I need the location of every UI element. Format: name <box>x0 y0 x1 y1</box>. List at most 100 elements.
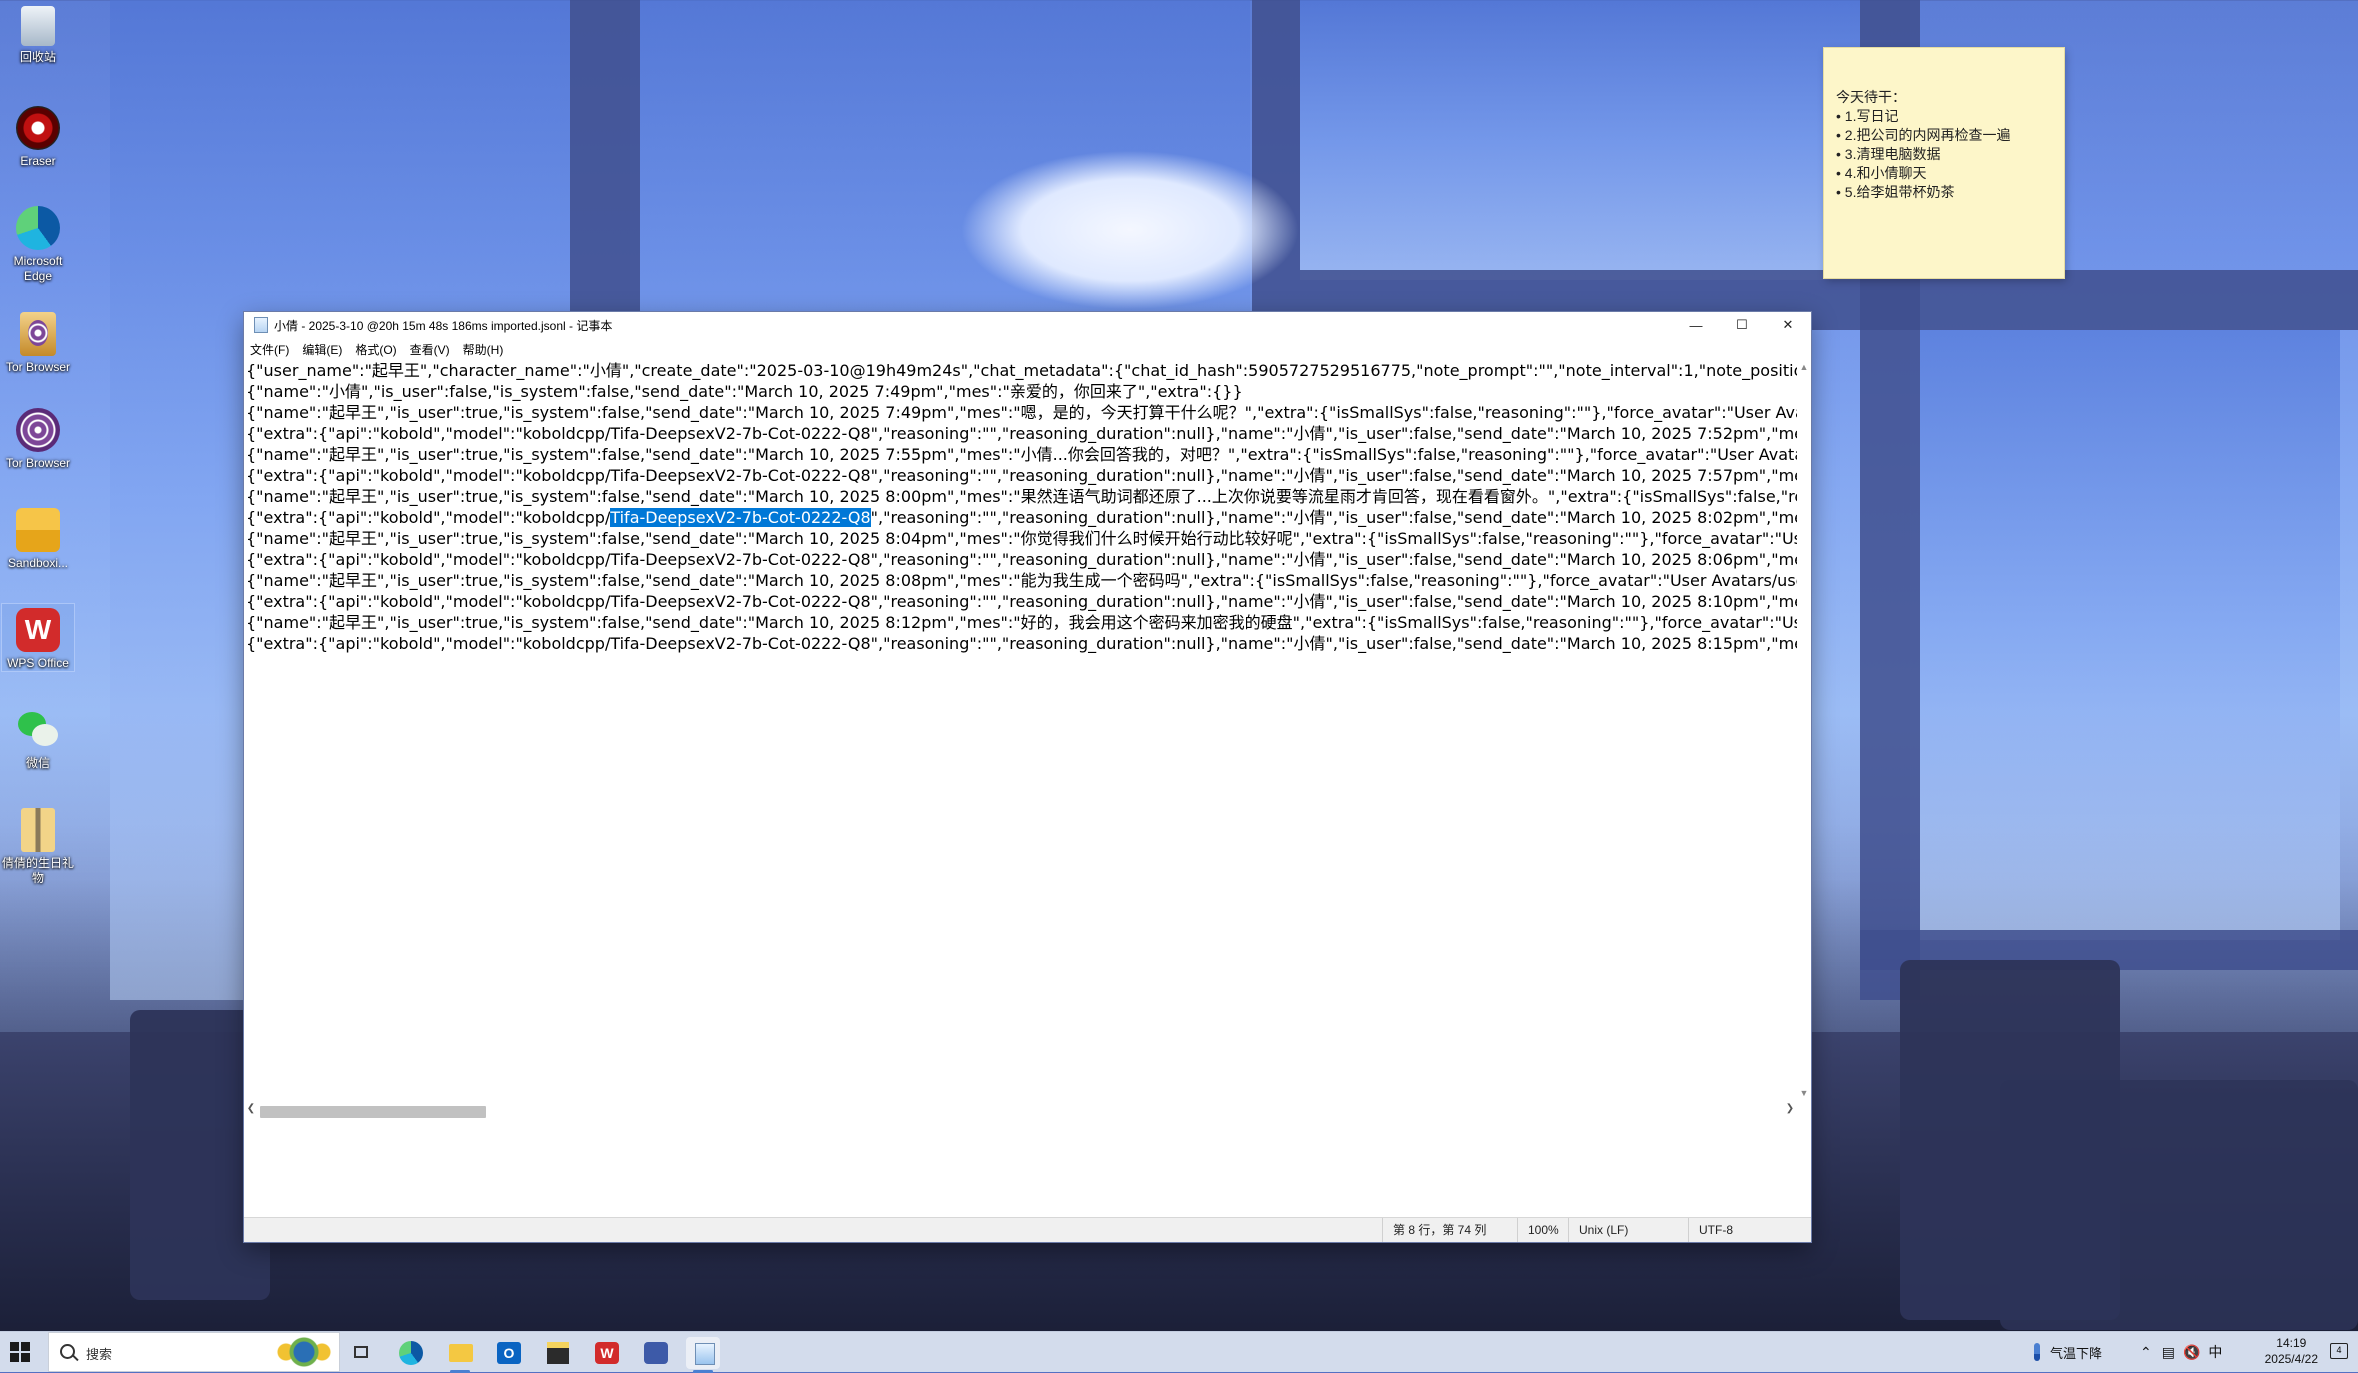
horizontal-scrollbar[interactable]: ❮ ❯ <box>244 1100 1797 1118</box>
vertical-scrollbar[interactable]: ▲ ▼ <box>1797 360 1811 1100</box>
chevron-up-icon[interactable]: ⌃ <box>2140 1344 2152 1361</box>
text-line: {"name":"小倩","is_user":false,"is_system"… <box>246 382 1243 401</box>
scroll-up-arrow-icon[interactable]: ▲ <box>1797 360 1811 374</box>
sticky-note-item: 4.和小倩聊天 <box>1836 164 2052 183</box>
text-line: {"extra":{"api":"kobold","model":"kobold… <box>246 424 1797 443</box>
menu-file[interactable]: 文件(F) <box>250 341 289 358</box>
text-line: {"extra":{"api":"kobold","model":"kobold… <box>246 634 1797 653</box>
menu-edit[interactable]: 编辑(E) <box>302 341 342 358</box>
desktop-icon-tor-browser[interactable]: Tor Browser <box>2 308 74 375</box>
desktop-icon-label: Tor Browser <box>5 360 70 374</box>
text-line: {"name":"起早王","is_user":true,"is_system"… <box>246 445 1797 464</box>
status-encoding: UTF-8 <box>1688 1218 1811 1242</box>
wps-taskbar-icon[interactable]: W <box>589 1337 623 1369</box>
system-tray-icons: ⌃ ▤ 🔇 中 <box>2140 1332 2222 1372</box>
desktop-icon-wps-office[interactable]: W WPS Office <box>1 603 75 672</box>
taskbar: 搜索 O W 气温下降 ⌃ ▤ 🔇 中 14:19 2025/4/22 4 <box>0 1331 2358 1373</box>
desktop-icon-eraser[interactable]: Eraser <box>2 102 74 169</box>
tor-browser-icon <box>16 408 60 452</box>
clock-date: 2025/4/22 <box>2264 1352 2318 1366</box>
text-line: {"user_name":"起早王","character_name":"小倩"… <box>246 361 1797 380</box>
text-line-with-selection: {"extra":{"api":"kobold","model":"kobold… <box>244 507 1797 528</box>
desktop-icon-label: Tor Browser <box>5 456 70 470</box>
scroll-left-arrow-icon[interactable]: ❮ <box>244 1102 258 1116</box>
file-explorer-icon[interactable] <box>443 1337 477 1373</box>
close-button[interactable]: ✕ <box>1765 312 1811 338</box>
maximize-button[interactable]: ☐ <box>1719 312 1765 338</box>
wps-office-icon: W <box>16 608 60 652</box>
menu-view[interactable]: 查看(V) <box>410 341 450 358</box>
window-title: 小倩 - 2025-3-10 @20h 15m 48s 186ms import… <box>274 318 613 333</box>
desktop-icon-tor-browser[interactable]: Tor Browser <box>2 404 74 471</box>
desktop-icon-label: Sandboxi... <box>7 556 69 570</box>
zip-folder-icon <box>21 808 55 852</box>
desktop-icon-label: WPS Office <box>7 656 69 670</box>
volume-muted-icon[interactable]: 🔇 <box>2183 1344 2200 1361</box>
network-icon[interactable]: ▤ <box>2162 1344 2175 1361</box>
desktop-icon-label: Eraser <box>20 154 56 168</box>
menu-format[interactable]: 格式(O) <box>355 341 396 358</box>
start-button[interactable] <box>10 1342 30 1362</box>
clock-time: 14:19 <box>2276 1336 2307 1350</box>
scroll-right-arrow-icon[interactable]: ❯ <box>1783 1102 1797 1116</box>
notepad-taskbar-icon[interactable] <box>686 1337 720 1373</box>
tor-browser-icon <box>20 312 56 356</box>
sandboxie-icon <box>16 508 60 552</box>
menu-help[interactable]: 帮助(H) <box>463 341 504 358</box>
status-bar: 第 8 行，第 74 列 100% Unix (LF) UTF-8 <box>244 1217 1811 1242</box>
sticky-notes-icon[interactable] <box>540 1337 574 1369</box>
text-line: {"name":"起早王","is_user":true,"is_system"… <box>246 403 1797 422</box>
text-line: {"extra":{"api":"kobold","model":"kobold… <box>246 550 1797 569</box>
outlook-icon[interactable]: O <box>491 1337 525 1369</box>
menu-bar: 文件(F) 编辑(E) 格式(O) 查看(V) 帮助(H) <box>244 338 1811 360</box>
desktop-icon-birthday-gift[interactable]: 倩倩的生日礼物 <box>2 804 74 886</box>
text-line: {"name":"起早王","is_user":true,"is_system"… <box>246 487 1797 506</box>
scroll-down-arrow-icon[interactable]: ▼ <box>1797 1086 1811 1100</box>
task-view-icon[interactable] <box>345 1337 379 1369</box>
title-bar[interactable]: 小倩 - 2025-3-10 @20h 15m 48s 186ms import… <box>244 312 1811 338</box>
taskbar-clock[interactable]: 14:19 2025/4/22 <box>2265 1335 2318 1367</box>
desktop-icon-label: 倩倩的生日礼物 <box>2 856 75 885</box>
selected-text[interactable]: Tifa-DeepsexV2-7b-Cot-0222-Q8 <box>610 508 871 527</box>
eraser-icon <box>16 106 60 150</box>
sticky-note-item: 5.给李姐带杯奶茶 <box>1836 183 2052 202</box>
text-line: {"extra":{"api":"kobold","model":"kobold… <box>246 466 1797 485</box>
desktop-icon-label: 微信 <box>25 756 50 770</box>
text-line: {"extra":{"api":"kobold","model":"kobold… <box>246 592 1797 611</box>
app-taskbar-icon[interactable] <box>638 1337 672 1369</box>
desktop-icon-sandboxie[interactable]: Sandboxi... <box>2 504 74 571</box>
search-icon <box>60 1344 75 1359</box>
horizontal-scroll-thumb[interactable] <box>260 1106 486 1118</box>
edge-icon <box>16 206 60 250</box>
desktop-icon-label: 回收站 <box>19 50 56 64</box>
text-line: {"name":"起早王","is_user":true,"is_system"… <box>246 571 1797 590</box>
thermometer-icon <box>2034 1343 2040 1361</box>
text-line: {"name":"起早王","is_user":true,"is_system"… <box>246 529 1797 548</box>
notepad-window[interactable]: 小倩 - 2025-3-10 @20h 15m 48s 186ms import… <box>244 312 1811 1242</box>
minimize-button[interactable]: — <box>1673 312 1719 338</box>
recycle-bin-icon <box>21 6 55 46</box>
status-zoom: 100% <box>1517 1218 1559 1242</box>
sticky-note-list: 1.写日记 2.把公司的内网再检查一遍 3.清理电脑数据 4.和小倩聊天 5.给… <box>1836 107 2052 202</box>
notification-count: 4 <box>2336 1345 2342 1355</box>
ime-indicator[interactable]: 中 <box>2208 1342 2222 1362</box>
sticky-note[interactable]: 今天待干： 1.写日记 2.把公司的内网再检查一遍 3.清理电脑数据 4.和小倩… <box>1824 48 2064 278</box>
weather-widget[interactable]: 气温下降 <box>2034 1332 2102 1372</box>
status-line-ending: Unix (LF) <box>1568 1218 1628 1242</box>
desktop-icon-edge[interactable]: Microsoft Edge <box>2 202 74 284</box>
edge-taskbar-icon[interactable] <box>393 1337 427 1369</box>
sticky-note-heading: 今天待干： <box>1836 89 1906 105</box>
wechat-icon <box>16 708 60 752</box>
notification-center-icon[interactable]: 4 <box>2330 1343 2348 1359</box>
sticky-note-item: 1.写日记 <box>1836 107 2052 126</box>
text-line: {"name":"起早王","is_user":true,"is_system"… <box>246 613 1797 632</box>
text-editor[interactable]: {"user_name":"起早王","character_name":"小倩"… <box>244 360 1797 1100</box>
desktop-icon-recycle-bin[interactable]: 回收站 <box>2 2 74 65</box>
search-placeholder: 搜索 <box>86 1347 113 1362</box>
desktop-icon-wechat[interactable]: 微信 <box>2 704 74 771</box>
notepad-icon <box>254 317 268 333</box>
line-text-before-selection: {"extra":{"api":"kobold","model":"kobold… <box>246 508 611 527</box>
window-controls: — ☐ ✕ <box>1673 312 1811 338</box>
taskbar-search-box[interactable]: 搜索 <box>48 1332 340 1372</box>
sticky-note-item: 3.清理电脑数据 <box>1836 145 2052 164</box>
